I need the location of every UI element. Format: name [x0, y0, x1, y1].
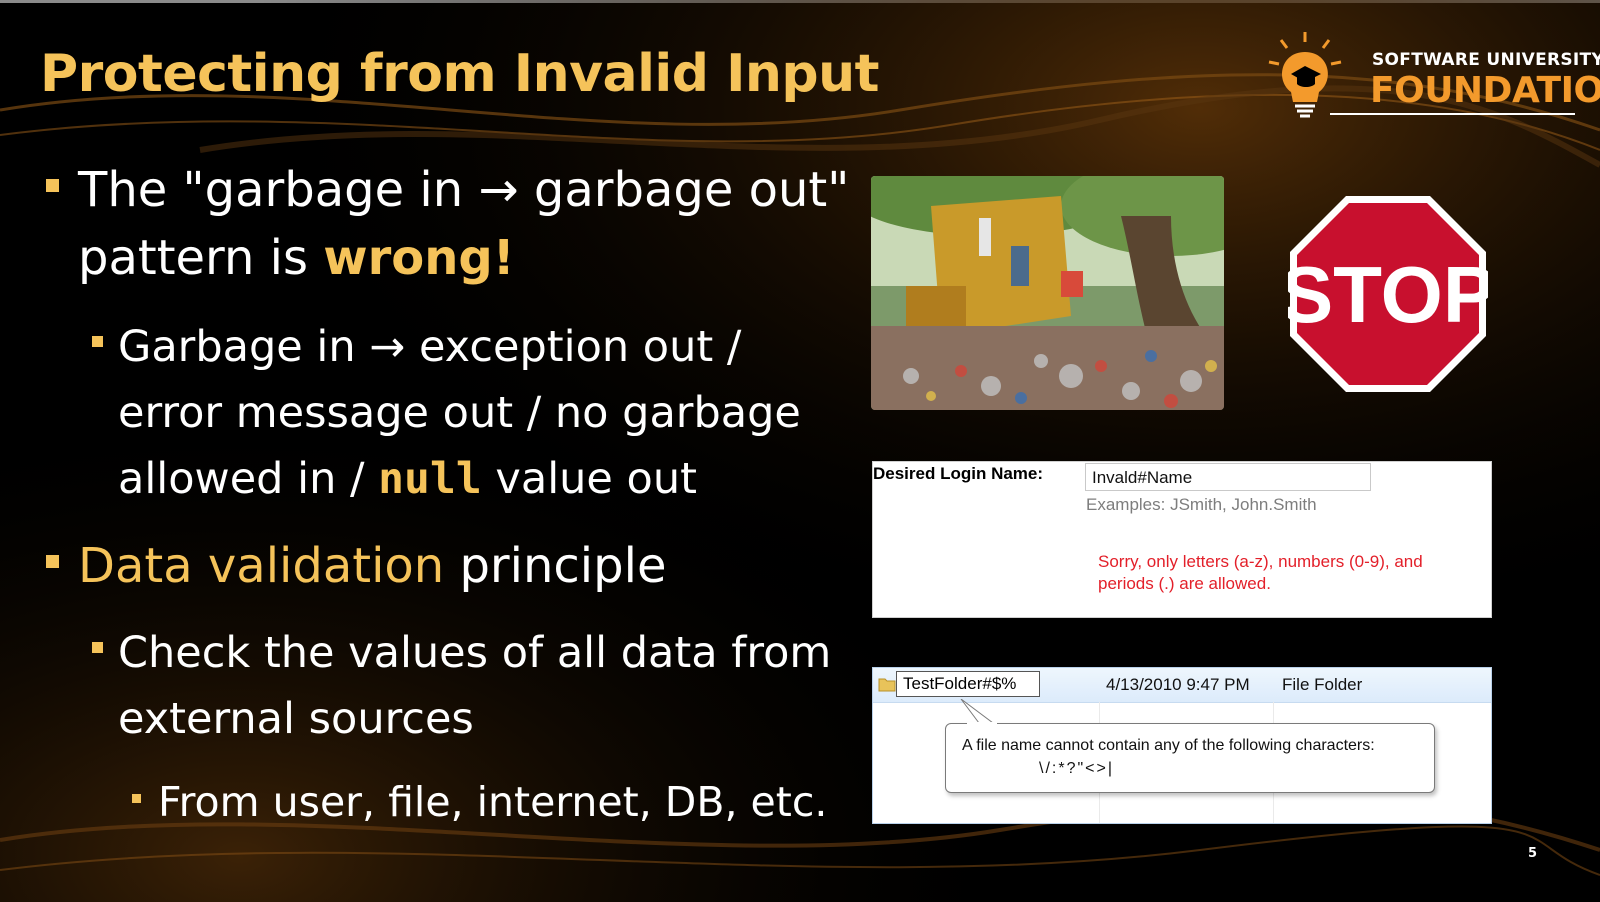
bullet-text-line: error message out / no garbage	[118, 388, 801, 438]
bullet-text-line: pattern is wrong!	[78, 224, 849, 292]
login-error-message: Sorry, only letters (a-z), numbers (0-9)…	[1098, 551, 1478, 595]
logo-underline	[1330, 113, 1575, 115]
folder-icon	[878, 678, 896, 692]
bullet-text-line: allowed in / null value out	[118, 446, 801, 512]
bullet-text-line: The "garbage in → garbage out"	[78, 162, 850, 218]
bullet-garbage-pattern: The "garbage in → garbage out" pattern i…	[40, 156, 849, 292]
stop-text: STOP	[1288, 250, 1488, 339]
bullet-text: pattern is	[78, 230, 324, 286]
bullet-sources: From user, file, internet, DB, etc.	[40, 772, 827, 832]
file-date: 4/13/2010 9:47 PM	[1106, 675, 1250, 694]
bullet-exception-out: Garbage in → exception out / error messa…	[40, 314, 801, 512]
bullet-text-line: external sources	[118, 694, 474, 744]
tooltip-message: A file name cannot contain any of the fo…	[962, 737, 1375, 754]
bullet-square-icon	[92, 642, 103, 653]
file-type: File Folder	[1282, 675, 1363, 694]
garbage-photo	[871, 176, 1224, 410]
bullet-text-line: From user, file, internet, DB, etc.	[158, 778, 828, 826]
bullet-square-icon	[46, 179, 59, 192]
login-name-label: Desired Login Name:	[873, 464, 1044, 483]
garbage-scene-image	[871, 176, 1224, 410]
softuni-logo: SOFTWARE UNIVERSITY FOUNDATION	[1268, 30, 1600, 122]
slide-title: Protecting from Invalid Input	[40, 44, 880, 104]
error-line: Sorry, only letters (a-z), numbers (0-9)…	[1098, 552, 1423, 571]
lightbulb-icon	[1268, 32, 1342, 118]
explorer-file-row[interactable]: TestFolder#$% 4/13/2010 9:47 PM File Fol…	[873, 668, 1491, 703]
code-null: null	[378, 454, 482, 504]
logo-line1: SOFTWARE UNIVERSITY	[1372, 50, 1600, 70]
login-name-examples: Examples: JSmith, John.Smith	[1086, 495, 1317, 514]
error-line: periods (.) are allowed.	[1098, 574, 1271, 593]
login-form-panel: Desired Login Name: Invald#Name Examples…	[872, 461, 1492, 618]
bullet-text-line: Check the values of all data from	[118, 628, 832, 678]
tooltip-invalid-chars: \/:*?"<>|	[1039, 760, 1114, 777]
bullet-check-values: Check the values of all data from extern…	[40, 620, 831, 752]
explorer-rename-panel: TestFolder#$% 4/13/2010 9:47 PM File Fol…	[872, 667, 1492, 824]
emphasis-data-validation: Data validation	[78, 538, 445, 594]
bullet-text: principle	[444, 538, 667, 594]
bullet-text: value out	[481, 454, 697, 504]
logo-line2: FOUNDATION	[1370, 70, 1600, 111]
bullet-square-icon	[92, 336, 103, 347]
stop-sign-icon: STOP	[1288, 196, 1488, 392]
bullet-data-validation: Data validation principle	[40, 532, 666, 600]
emphasis-wrong: wrong!	[323, 230, 515, 286]
page-number: 5	[1528, 846, 1538, 861]
bullet-square-icon	[132, 794, 141, 803]
rename-input[interactable]: TestFolder#$%	[896, 671, 1040, 697]
bullet-text: allowed in /	[118, 454, 379, 504]
bullet-square-icon	[46, 555, 59, 568]
invalid-filename-tooltip: A file name cannot contain any of the fo…	[945, 723, 1435, 793]
bullet-text-line: Garbage in → exception out /	[118, 322, 742, 372]
tooltip-tail	[960, 699, 997, 725]
login-name-input[interactable]: Invald#Name	[1085, 463, 1371, 491]
